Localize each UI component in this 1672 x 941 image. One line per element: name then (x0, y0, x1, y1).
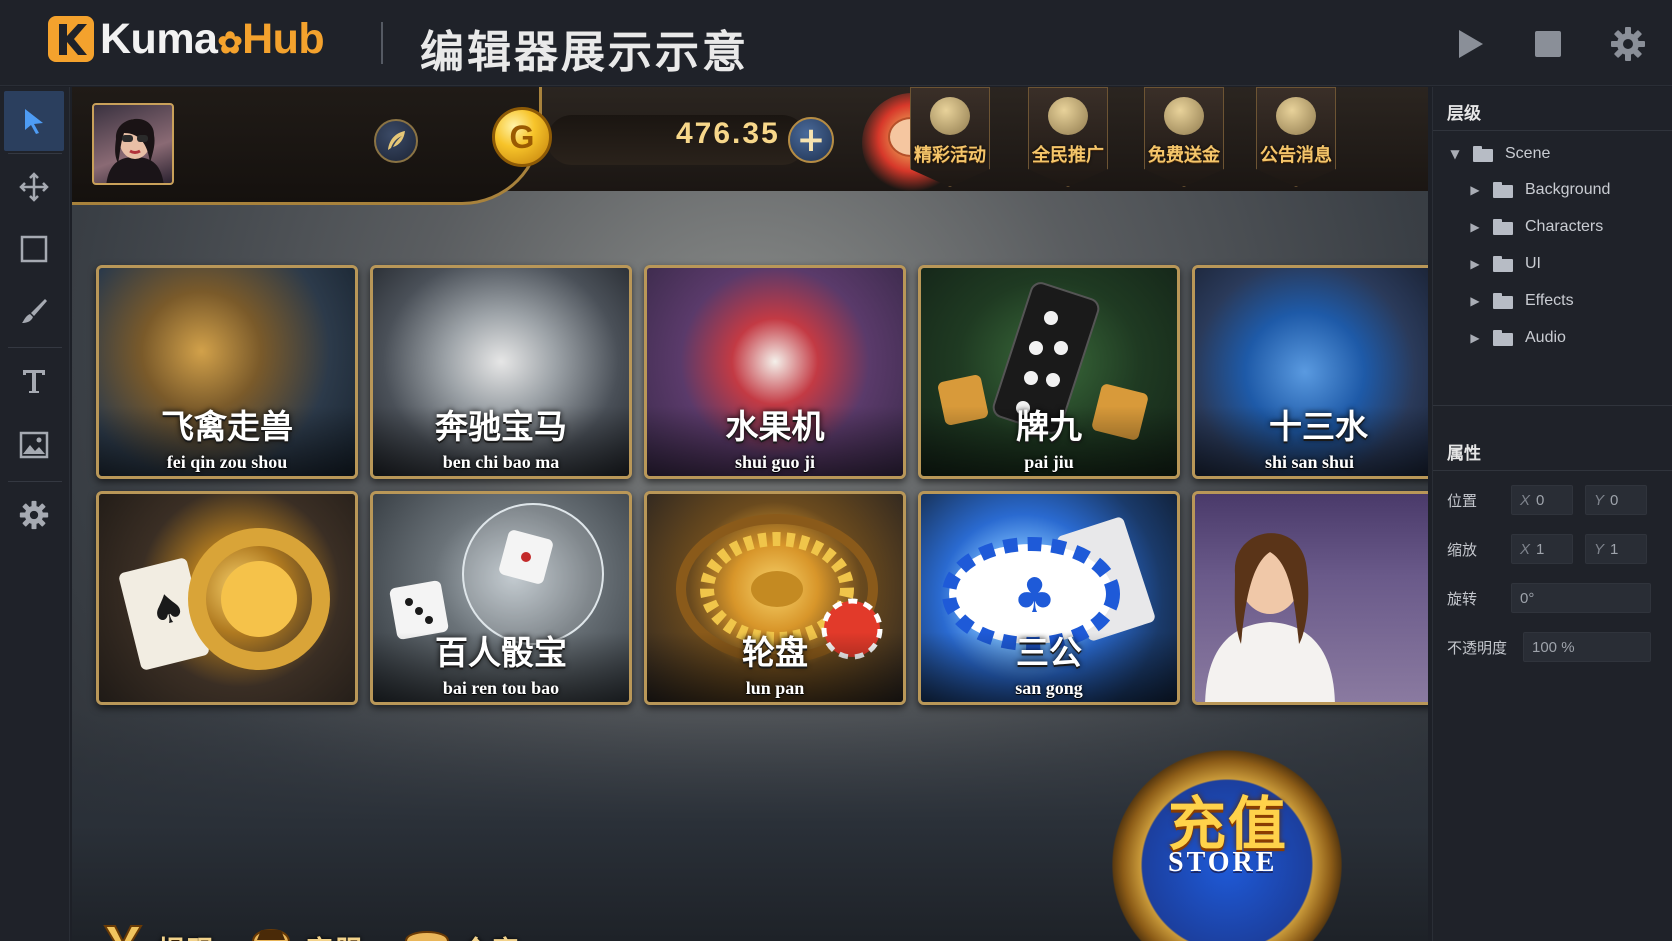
money-bag-icon (1164, 97, 1204, 135)
scale-x-field[interactable]: X1 (1511, 534, 1573, 564)
gear-icon (1611, 27, 1645, 61)
folder-icon (1493, 219, 1515, 235)
tree-item-effects[interactable]: ▶ Effects (1433, 286, 1672, 316)
position-y-field[interactable]: Y0 (1585, 485, 1647, 515)
tree-item-characters[interactable]: ▶ Characters (1433, 212, 1672, 242)
prop-position: 位置 X0 Y0 (1447, 483, 1659, 517)
caret-right-icon[interactable]: ▶ (1469, 183, 1481, 197)
warehouse-button[interactable]: 仓库 (398, 919, 520, 941)
coin-stack-icon (1048, 97, 1088, 135)
caret-right-icon[interactable]: ▶ (1469, 257, 1481, 271)
chat-bubble-icon (1276, 97, 1316, 135)
quill-button[interactable] (374, 119, 418, 163)
rectangle-icon (20, 235, 48, 263)
hierarchy-title: 层级 (1447, 104, 1481, 124)
settings-tool[interactable] (4, 485, 64, 545)
tree-item-ui[interactable]: ▶ UI (1433, 249, 1672, 279)
tool-separator (8, 347, 62, 348)
settings-button[interactable] (1606, 22, 1650, 66)
prop-rotation: 旋转 0° (1447, 581, 1663, 615)
chest-icon (398, 919, 456, 941)
game-tile-lun-pan[interactable]: 轮盘 lun pan (644, 491, 906, 705)
rotation-field[interactable]: 0° (1511, 583, 1651, 613)
cursor-icon (25, 109, 43, 134)
caret-right-icon[interactable]: ▶ (1469, 294, 1481, 308)
brush-tool[interactable] (4, 281, 64, 341)
play-icon (1459, 30, 1483, 58)
promo-free-gold[interactable]: 免费送金 (1138, 87, 1230, 197)
position-x-field[interactable]: X0 (1511, 485, 1573, 515)
plus-icon: + (796, 120, 826, 160)
properties-title: 属性 (1447, 444, 1481, 464)
withdraw-button[interactable]: 提现 (94, 919, 216, 941)
logo-k-icon (46, 14, 96, 64)
promo-referral[interactable]: 全民推广 (1022, 87, 1114, 197)
prop-scale: 缩放 X1 Y1 (1447, 532, 1659, 566)
customer-service-button[interactable]: 客服 (242, 919, 364, 941)
logo: Kuma✿Hub (46, 14, 325, 64)
prop-opacity: 不透明度 100 % (1447, 630, 1663, 664)
caret-right-icon[interactable]: ▶ (1469, 331, 1481, 345)
yuan-icon (94, 919, 152, 941)
caret-right-icon[interactable]: ▶ (1469, 220, 1481, 234)
promo-announcements[interactable]: 公告消息 (1250, 87, 1342, 197)
golden-chip-art: ♠ (99, 494, 355, 702)
stop-button[interactable] (1526, 22, 1570, 66)
editor-window: Kuma✿Hub 编辑器展示示意 G 476.35 + 精彩活动 全民推广 免费… (0, 0, 1672, 941)
tree-item-background[interactable]: ▶ Background (1433, 175, 1672, 205)
dealer-art (1195, 494, 1428, 702)
game-tile-shui-guo-ji[interactable]: 水果机 shui guo ji (644, 265, 906, 479)
left-toolbar (0, 87, 70, 941)
move-arrows-icon (19, 172, 49, 202)
folder-icon (1493, 182, 1515, 198)
game-canvas[interactable]: G 476.35 + 精彩活动 全民推广 免费送金 公告消息 飞禽走兽 fei … (72, 87, 1428, 941)
image-tool[interactable] (4, 415, 64, 475)
game-tile-poker-chip[interactable]: ♠ (96, 491, 358, 705)
folder-icon (1493, 256, 1515, 272)
game-tile-shi-san-shui[interactable]: 十三水 shi san shui (1192, 265, 1428, 479)
play-button[interactable] (1448, 22, 1492, 66)
caret-down-icon[interactable]: ▼ (1449, 147, 1461, 161)
player-avatar[interactable] (92, 103, 174, 185)
game-tile-live-dealer[interactable] (1192, 491, 1428, 705)
top-bar: Kuma✿Hub 编辑器展示示意 (0, 0, 1672, 86)
game-tile-fei-qin-zou-shou[interactable]: 飞禽走兽 fei qin zou shou (96, 265, 358, 479)
game-tile-ben-chi-bao-ma[interactable]: 奔驰宝马 ben chi bao ma (370, 265, 632, 479)
gold-coin-icon: G (492, 107, 552, 167)
stop-icon (1535, 31, 1561, 57)
text-tool[interactable] (4, 351, 64, 411)
store-label-en: STORE (1168, 847, 1278, 878)
select-tool[interactable] (4, 91, 64, 151)
tree-item-scene[interactable]: ▼ Scene (1433, 139, 1672, 169)
brush-icon (22, 299, 47, 323)
game-tile-san-gong[interactable]: ♣ 三公 san gong (918, 491, 1180, 705)
gear-icon (19, 500, 49, 530)
game-tile-pai-jiu[interactable]: 牌九 pai jiu (918, 265, 1180, 479)
add-funds-button[interactable]: + (788, 117, 834, 163)
rect-tool[interactable] (4, 219, 64, 279)
customer-service-icon (242, 919, 300, 941)
image-icon (19, 431, 49, 459)
treasure-chest-icon (930, 97, 970, 135)
folder-icon (1493, 330, 1515, 346)
tree-item-audio[interactable]: ▶ Audio (1433, 323, 1672, 353)
folder-icon (1493, 293, 1515, 309)
balance-value: 476.35 (676, 117, 780, 150)
logo-text: Kuma✿Hub (100, 14, 325, 63)
scale-y-field[interactable]: Y1 (1585, 534, 1647, 564)
svg-text:♣: ♣ (1013, 568, 1056, 624)
app-title: 编辑器展示示意 (420, 27, 749, 78)
game-tile-bai-ren-tou-bao[interactable]: 百人骰宝 bai ren tou bao (370, 491, 632, 705)
opacity-field[interactable]: 100 % (1523, 632, 1651, 662)
move-tool[interactable] (4, 157, 64, 217)
title-divider (381, 22, 383, 64)
text-icon (23, 370, 45, 393)
tool-separator (8, 153, 62, 154)
folder-icon (1473, 146, 1495, 162)
right-panel: 层级 ▼ Scene ▶ Background ▶ Characters ▶ U… (1432, 87, 1672, 941)
tool-separator (8, 481, 62, 482)
promo-events[interactable]: 精彩活动 (904, 87, 996, 197)
feather-icon (388, 131, 405, 150)
